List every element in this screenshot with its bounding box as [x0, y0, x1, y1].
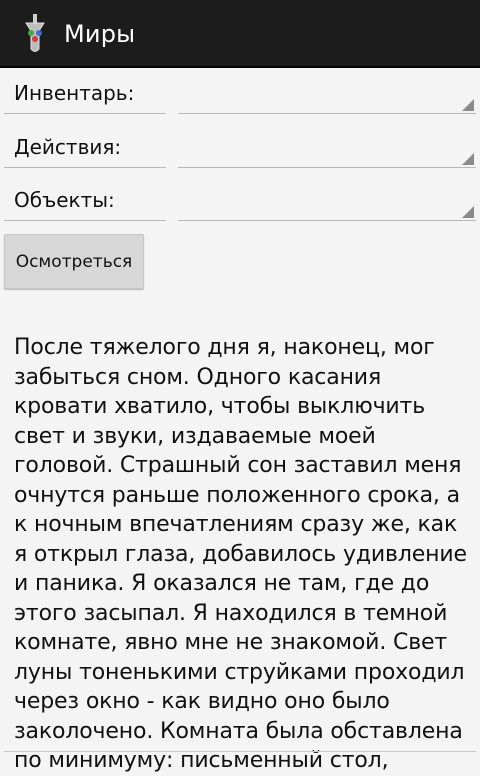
- inventory-spinner[interactable]: [178, 73, 476, 114]
- inventory-row: Инвентарь:: [0, 73, 480, 123]
- app-potion-icon[interactable]: [20, 13, 50, 55]
- actions-label: Действия:: [4, 127, 166, 168]
- objects-spinner[interactable]: [178, 180, 476, 221]
- actions-row: Действия:: [0, 127, 480, 177]
- objects-label-text: Объекты:: [14, 188, 115, 212]
- look-around-button[interactable]: Осмотреться: [4, 234, 144, 289]
- actions-spinner[interactable]: [178, 127, 476, 168]
- actions-label-text: Действия:: [14, 135, 122, 159]
- dropdown-arrow-icon: [462, 206, 474, 218]
- story-text: После тяжелого дня я, наконец, мог забыт…: [14, 335, 467, 773]
- app-title: Миры: [64, 20, 136, 48]
- divider: [4, 751, 476, 752]
- inventory-label-text: Инвентарь:: [14, 81, 135, 105]
- action-bar: Миры: [0, 0, 480, 68]
- dropdown-arrow-icon: [462, 99, 474, 111]
- inventory-label: Инвентарь:: [4, 73, 166, 114]
- dropdown-arrow-icon: [462, 153, 474, 165]
- objects-label: Объекты:: [4, 180, 166, 221]
- objects-row: Объекты:: [0, 180, 480, 230]
